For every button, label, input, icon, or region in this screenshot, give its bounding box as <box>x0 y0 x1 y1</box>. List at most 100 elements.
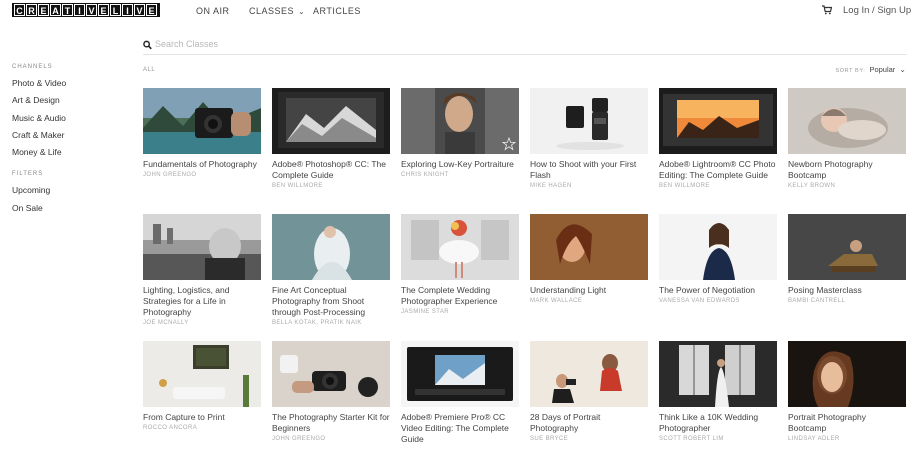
class-title[interactable]: The Photography Starter Kit for Beginner… <box>272 412 390 434</box>
class-thumbnail[interactable] <box>272 341 390 407</box>
logo-letter: V <box>86 4 97 16</box>
nav-articles[interactable]: ARTICLES <box>313 6 361 16</box>
class-title[interactable]: Fine Art Conceptual Photography from Sho… <box>272 285 390 318</box>
logo-letter: E <box>98 4 109 16</box>
class-author: ROCCO ANCORA <box>143 425 198 431</box>
filter-all[interactable]: ALL <box>143 67 155 73</box>
chevron-down-icon: ⌄ <box>298 7 306 16</box>
class-title[interactable]: Adobe® Premiere Pro® CC Video Editing: T… <box>401 412 519 445</box>
class-author: BEN WILLMORE <box>272 183 323 189</box>
class-card[interactable]: Adobe® Lightroom® CC Photo Editing: The … <box>659 88 777 189</box>
class-author: JASMINE STAR <box>401 309 450 315</box>
class-title[interactable]: Portrait Photography Bootcamp <box>788 412 906 434</box>
class-card[interactable]: The Photography Starter Kit for Beginner… <box>272 341 390 442</box>
class-card[interactable]: How to Shoot with your First Flash MIKE H… <box>530 88 648 189</box>
class-author: KELLY BROWN <box>788 183 836 189</box>
class-card[interactable]: The Complete Wedding Photographer Experi… <box>401 214 519 315</box>
class-card[interactable]: Portrait Photography Bootcamp LINDSAY ADL… <box>788 341 906 442</box>
class-title[interactable]: Lighting, Logistics, and Strategies for … <box>143 285 261 318</box>
class-thumbnail[interactable] <box>143 214 261 280</box>
class-card[interactable]: Adobe® Premiere Pro® CC Video Editing: T… <box>401 341 519 447</box>
class-title[interactable]: Think Like a 10K Wedding Photographer <box>659 412 777 434</box>
class-title[interactable]: The Power of Negotiation <box>659 285 777 296</box>
class-thumbnail[interactable] <box>659 88 777 154</box>
logo-letter: E <box>146 4 157 16</box>
class-thumbnail[interactable] <box>788 214 906 280</box>
sort-value[interactable]: Popular <box>869 65 895 74</box>
class-thumbnail[interactable] <box>143 341 261 407</box>
class-thumbnail[interactable] <box>143 88 261 154</box>
class-card[interactable]: Exploring Low-Key Portraiture CHRIS KNIGH… <box>401 88 519 178</box>
search-bar <box>143 38 907 55</box>
cart-icon[interactable] <box>822 5 832 15</box>
class-card[interactable]: Fundamentals of Photography JOHN GREENGO <box>143 88 261 178</box>
class-card[interactable]: Think Like a 10K Wedding Photographer SCO… <box>659 341 777 442</box>
sidebar-item-photo-video[interactable]: Photo & Video <box>12 77 122 94</box>
class-thumbnail[interactable] <box>788 88 906 154</box>
class-thumbnail[interactable] <box>659 341 777 407</box>
header: CREATIVELIVE ON AIR CLASSES ⌄ ARTICLES Lo… <box>0 0 920 22</box>
class-author: VANESSA VAN EDWARDS <box>659 298 740 304</box>
class-author: LINDSAY ADLER <box>788 436 840 442</box>
class-card[interactable]: Posing Masterclass BAMBI CANTRELL <box>788 214 906 304</box>
class-card[interactable]: From Capture to Print ROCCO ANCORA <box>143 341 261 431</box>
sidebar-item-upcoming[interactable]: Upcoming <box>12 184 122 201</box>
class-title[interactable]: Fundamentals of Photography <box>143 159 261 170</box>
class-thumbnail[interactable] <box>659 214 777 280</box>
class-author: MARK WALLACE <box>530 298 583 304</box>
nav-on-air[interactable]: ON AIR <box>196 6 230 16</box>
class-card[interactable]: Adobe® Photoshop® CC: The Complete Guide… <box>272 88 390 189</box>
sidebar-item-music-audio[interactable]: Music & Audio <box>12 112 122 129</box>
logo-letter: T <box>62 4 73 16</box>
class-thumbnail[interactable] <box>401 341 519 407</box>
class-card[interactable]: Newborn Photography Bootcamp KELLY BROWN <box>788 88 906 189</box>
sidebar-item-art-design[interactable]: Art & Design <box>12 94 122 111</box>
class-thumbnail[interactable] <box>401 88 519 154</box>
class-card[interactable]: Understanding Light MARK WALLACE <box>530 214 648 304</box>
class-author: BAMBI CANTRELL <box>788 298 846 304</box>
class-thumbnail[interactable] <box>401 214 519 280</box>
logo-letter: L <box>110 4 121 16</box>
class-thumbnail[interactable] <box>272 214 390 280</box>
class-author: JOHN GREENGO <box>272 436 326 442</box>
sort-label: SORT BY: <box>835 68 866 74</box>
nav-classes[interactable]: CLASSES ⌄ <box>249 6 305 16</box>
class-author: JOHN GREENGO <box>143 172 197 178</box>
sidebar-item-craft-maker[interactable]: Craft & Maker <box>12 129 122 146</box>
nav-classes-label: CLASSES <box>249 6 295 16</box>
class-thumbnail[interactable] <box>530 341 648 407</box>
search-input[interactable] <box>155 39 855 49</box>
class-card[interactable]: Fine Art Conceptual Photography from Sho… <box>272 214 390 326</box>
sidebar-item-on-sale[interactable]: On Sale <box>12 202 122 219</box>
class-title[interactable]: Newborn Photography Bootcamp <box>788 159 906 181</box>
class-card[interactable]: 28 Days of Portrait Photography SUE BRYCE <box>530 341 648 442</box>
class-card[interactable]: The Power of Negotiation VANESSA VAN EDWA… <box>659 214 777 304</box>
class-thumbnail[interactable] <box>272 88 390 154</box>
sort-control[interactable]: SORT BY: Popular ⌄ <box>835 65 906 74</box>
class-author: BELLA KOTAK, PRATIK NAIK <box>272 320 362 326</box>
class-thumbnail[interactable] <box>530 214 648 280</box>
class-author: JOE MCNALLY <box>143 320 189 326</box>
logo-letter: E <box>38 4 49 16</box>
logo-letter: I <box>122 4 133 16</box>
class-title[interactable]: From Capture to Print <box>143 412 261 423</box>
channels-heading: CHANNELS <box>12 64 53 70</box>
class-thumbnail[interactable] <box>530 88 648 154</box>
class-title[interactable]: Understanding Light <box>530 285 648 296</box>
class-author: SCOTT ROBERT LIM <box>659 436 724 442</box>
class-title[interactable]: The Complete Wedding Photographer Experi… <box>401 285 519 307</box>
class-author: CHRIS KNIGHT <box>401 172 449 178</box>
creativelive-logo[interactable]: CREATIVELIVE <box>12 3 160 17</box>
class-title[interactable]: Adobe® Lightroom® CC Photo Editing: The … <box>659 159 777 181</box>
class-title[interactable]: Exploring Low-Key Portraiture <box>401 159 519 170</box>
class-title[interactable]: How to Shoot with your First Flash <box>530 159 648 181</box>
sidebar-item-money-life[interactable]: Money & Life <box>12 146 122 163</box>
class-title[interactable]: 28 Days of Portrait Photography <box>530 412 648 434</box>
class-card[interactable]: Lighting, Logistics, and Strategies for … <box>143 214 261 326</box>
class-title[interactable]: Adobe® Photoshop® CC: The Complete Guide <box>272 159 390 181</box>
logo-letter: C <box>14 4 25 16</box>
class-author: SUE BRYCE <box>530 436 569 442</box>
login-signup-link[interactable]: Log In / Sign Up <box>843 5 911 16</box>
class-title[interactable]: Posing Masterclass <box>788 285 906 296</box>
class-thumbnail[interactable] <box>788 341 906 407</box>
